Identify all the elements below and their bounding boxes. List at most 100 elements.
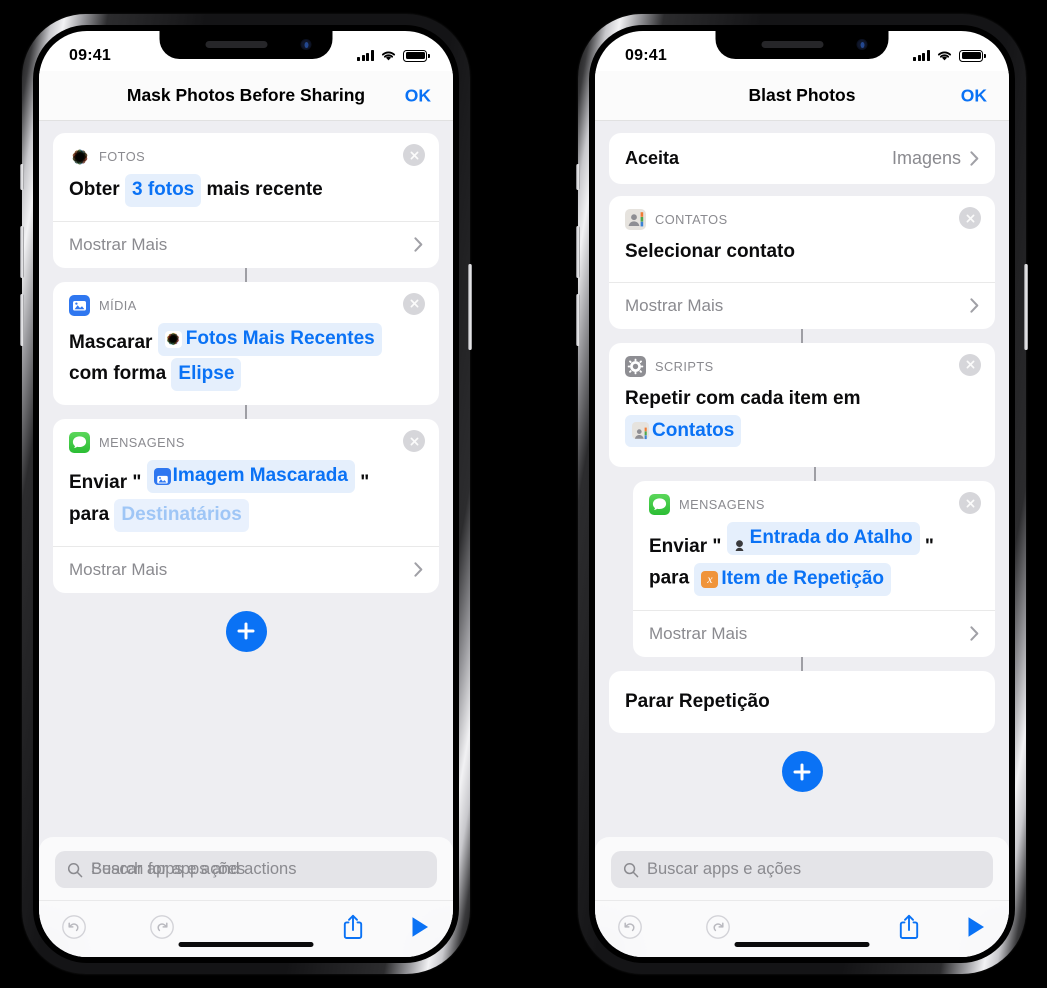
add-action-wrap [609,751,995,793]
photos-app-icon [69,146,90,167]
action-card-midia[interactable]: MÍDIA Mascarar Fotos Mais Recentes com f… [53,281,439,406]
page-title: Blast Photos [748,85,856,105]
accepts-value: Imagens [891,148,961,168]
accepts-value-wrap: Imagens [892,148,979,169]
close-circle-icon[interactable] [403,430,425,453]
accepts-row[interactable]: Aceita Imagens [609,133,995,184]
action-card-mensagens[interactable]: MENSAGENS Enviar " Entrada do Atalho " p… [633,481,995,657]
play-icon[interactable] [409,915,431,939]
editor-toolbar [595,900,1009,957]
action-connector [245,405,247,420]
status-indicators [913,49,986,62]
chevron-right-icon [970,298,979,313]
search-input[interactable]: Search for apps and actions Buscar apps … [55,851,437,888]
action-connector [814,467,816,482]
search-input[interactable]: Buscar apps e ações [611,851,993,888]
parameter-token-recipients[interactable]: Destinatários [114,498,249,532]
action-line-1: Enviar " Entrada do Atalho " [649,522,979,563]
card-body: Repetir com cada item em Contatos [609,377,995,467]
redo-icon[interactable] [149,914,175,940]
show-more-label: Mostrar Mais [625,295,724,315]
accepts-label: Aceita [625,148,680,168]
phone-screen-right: 09:41 Blast Photos OK Aceita Imagens CON… [595,31,1009,957]
parameter-token-photos[interactable]: Fotos Mais Recentes [157,322,382,356]
shortcut-input-icon [734,532,745,552]
token-label: Fotos Mais Recentes [185,327,375,349]
search-placeholder: Search for apps and actions Buscar apps … [91,860,296,879]
action-connector [245,267,247,282]
plus-circle-icon[interactable] [781,751,823,793]
close-circle-icon[interactable] [959,492,981,515]
action-line-1: Enviar " Imagem Mascarada " [69,460,423,499]
volume-up-button[interactable] [576,226,580,278]
ok-button[interactable]: OK [961,85,987,106]
card-app-label: MENSAGENS [679,497,765,513]
power-button[interactable] [1024,264,1028,350]
card-header: SCRIPTS [609,343,995,377]
card-header: CONTATOS [609,196,995,230]
notch [159,31,333,59]
action-card-stop-repeat[interactable]: Parar Repetição [609,670,995,734]
action-line-2: com forma Elipse [69,358,423,392]
play-icon[interactable] [965,915,987,939]
close-circle-icon[interactable] [403,144,425,166]
action-card-mensagens[interactable]: MENSAGENS Enviar " Imagem Mascarada " pa… [53,419,439,593]
volume-down-button[interactable] [576,294,580,346]
variable-x-icon: x [701,570,719,588]
phone-right: 09:41 Blast Photos OK Aceita Imagens CON… [576,14,1028,974]
action-card-fotos[interactable]: FOTOS Obter 3 fotos mais recente Mostrar… [53,133,439,268]
undo-icon[interactable] [617,914,643,940]
action-card-scripts[interactable]: SCRIPTS Repetir com cada item em Contato… [609,342,995,468]
close-circle-icon[interactable] [959,353,981,376]
parameter-token-shape[interactable]: Elipse [171,358,242,392]
card-app-label: CONTATOS [655,212,728,227]
card-body: Enviar " Imagem Mascarada " para Destina… [53,453,439,545]
parameter-token-count[interactable]: 3 fotos [124,174,202,207]
contacts-app-icon [625,209,646,230]
ok-button[interactable]: OK [405,85,431,106]
show-more-row[interactable]: Mostrar Mais [53,220,439,268]
show-more-row[interactable]: Mostrar Mais [53,545,439,593]
show-more-label: Mostrar Mais [69,234,168,254]
token-label: Imagem Mascarada [172,465,348,487]
show-more-row[interactable]: Mostrar Mais [633,609,995,657]
share-icon[interactable] [341,913,365,941]
share-icon[interactable] [897,913,921,941]
close-circle-icon[interactable] [403,292,425,315]
silent-switch[interactable] [576,164,580,190]
token-label: Item de Repetição [721,567,885,589]
card-app-label: MENSAGENS [99,435,185,451]
card-body: Obter 3 fotos mais recente [53,167,439,221]
search-placeholder: Buscar apps e ações [647,860,801,879]
parameter-token-repeat-item[interactable]: x Item de Repetição [694,562,892,596]
parameter-token-contacts[interactable]: Contatos [625,414,742,448]
close-circle-icon[interactable] [959,207,981,229]
action-text-pre: com forma [69,363,167,385]
bottom-bar: Buscar apps e ações [595,837,1009,957]
card-body: Mascarar Fotos Mais Recentes com forma E… [53,316,439,405]
volume-up-button[interactable] [20,226,24,278]
phone-screen-left: 09:41 Mask Photos Before Sharing OK FOTO… [39,31,453,957]
silent-switch[interactable] [20,164,24,190]
volume-down-button[interactable] [20,294,24,346]
action-text-pre: Repetir com cada item em [625,387,861,409]
navigation-bar: Blast Photos OK [595,71,1009,121]
undo-icon[interactable] [61,914,87,940]
show-more-row[interactable]: Mostrar Mais [609,281,995,329]
shortcut-actions-list: FOTOS Obter 3 fotos mais recente Mostrar… [39,121,453,957]
messages-app-icon [649,494,670,516]
earpiece-speaker [205,41,268,48]
accepts-row-card[interactable]: Aceita Imagens [609,133,995,184]
power-button[interactable] [468,264,472,350]
action-card-contatos[interactable]: CONTATOS Selecionar contato Mostrar Mais [609,196,995,329]
plus-circle-icon[interactable] [225,610,267,652]
parameter-token-masked-image[interactable]: Imagem Mascarada [146,460,355,493]
parameter-token-shortcut-input[interactable]: Entrada do Atalho [726,522,920,555]
contacts-app-icon [632,422,649,440]
search-placeholder-base: Buscar apps e ações [647,860,802,878]
card-header: MÍDIA [53,282,439,316]
redo-icon[interactable] [705,914,731,940]
token-label: Contatos [652,419,735,441]
action-text-pre: Selecionar contato [625,241,795,262]
